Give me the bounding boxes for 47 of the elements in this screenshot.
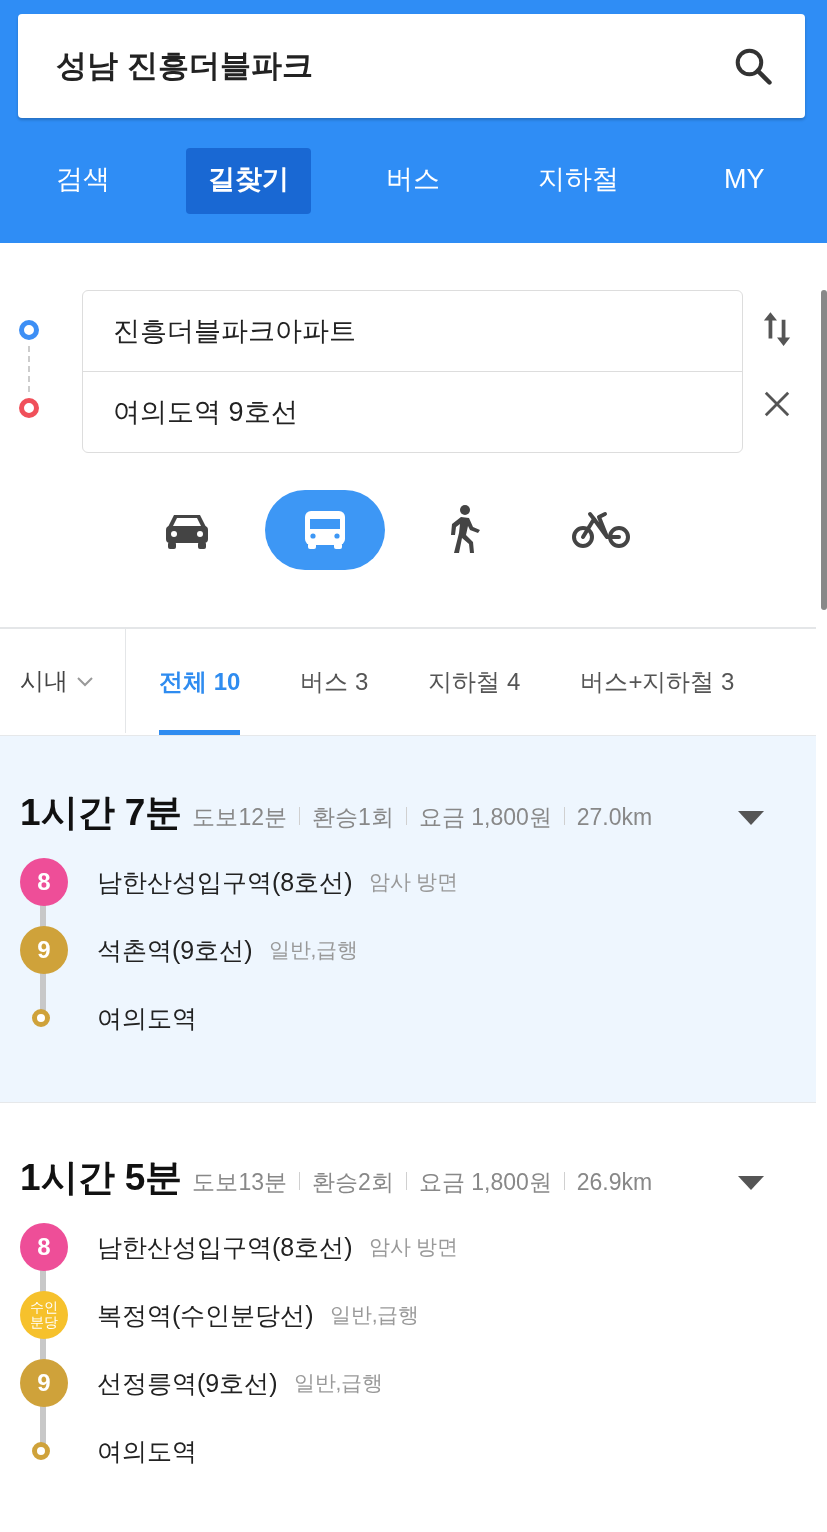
filter-tab[interactable]: 버스 3 xyxy=(300,629,369,735)
nav-tab[interactable]: 길찾기 xyxy=(185,148,311,214)
scrollbar[interactable] xyxy=(821,290,827,610)
route-info: 도보13분 xyxy=(192,1168,288,1197)
line-badge: 8 xyxy=(20,858,68,906)
route-info: 환승2회 xyxy=(312,1168,394,1197)
destination-marker-icon xyxy=(19,398,39,418)
line-badge: 9 xyxy=(20,1359,68,1407)
origin-field[interactable]: 진흥더블파크아파트 xyxy=(83,291,742,371)
route-info: 27.0km xyxy=(576,804,653,831)
station-name: 석촌역(9호선) xyxy=(97,934,253,966)
search-field[interactable]: 성남 진흥더블파크 xyxy=(18,14,805,118)
route-duration: 1시간 5분 xyxy=(20,1156,183,1200)
filter-tab[interactable]: 버스+지하철 3 xyxy=(580,629,735,735)
route-info: 요금 1,800원 xyxy=(418,1168,552,1197)
station-name: 남한산성입구역(8호선) xyxy=(97,1231,353,1263)
route-info: 환승1회 xyxy=(312,803,394,832)
station-name: 여의도역 xyxy=(97,1002,197,1034)
bus-icon xyxy=(303,509,347,551)
route-duration: 1시간 7분 xyxy=(20,791,183,835)
close-icon[interactable] xyxy=(763,390,791,418)
expand-triangle-icon[interactable] xyxy=(738,811,764,825)
dotted-connector xyxy=(28,346,30,392)
search-icon[interactable] xyxy=(733,46,773,86)
direction-text: 암사 방면 xyxy=(368,1234,459,1260)
route-info: 도보12분 xyxy=(192,803,288,832)
route-info: 26.9km xyxy=(576,1169,653,1196)
direction-text: 일반,급행 xyxy=(293,1370,384,1396)
station-name: 남한산성입구역(8호선) xyxy=(97,866,353,898)
station-name: 선정릉역(9호선) xyxy=(97,1367,278,1399)
line-badge: 9 xyxy=(20,926,68,974)
bicycle-icon xyxy=(572,511,630,549)
station-name: 여의도역 xyxy=(97,1435,197,1467)
destination-field[interactable]: 여의도역 9호선 xyxy=(83,371,742,452)
station-name: 복정역(수인분당선) xyxy=(97,1299,314,1331)
chevron-down-icon xyxy=(76,675,94,687)
expand-triangle-icon[interactable] xyxy=(738,1176,764,1190)
route-card[interactable]: 1시간 7분 도보12분 환승1회 요금 1,800원 27.0km 8 남한산성입구역(8호선) 암사 방면 9 석촌역(9호선) 일반,급행 여의도역 xyxy=(0,735,816,1102)
direction-text: 암사 방면 xyxy=(368,869,459,895)
line-badge: 8 xyxy=(20,1223,68,1271)
region-dropdown[interactable]: 시내 xyxy=(0,629,126,733)
filter-tab[interactable]: 지하철 4 xyxy=(428,629,521,735)
line-badge: 수인분당 xyxy=(20,1291,68,1339)
origin-marker-icon xyxy=(19,320,39,340)
direction-text: 일반,급행 xyxy=(268,937,359,963)
direction-text: 일반,급행 xyxy=(329,1302,420,1328)
route-info: 요금 1,800원 xyxy=(418,803,552,832)
